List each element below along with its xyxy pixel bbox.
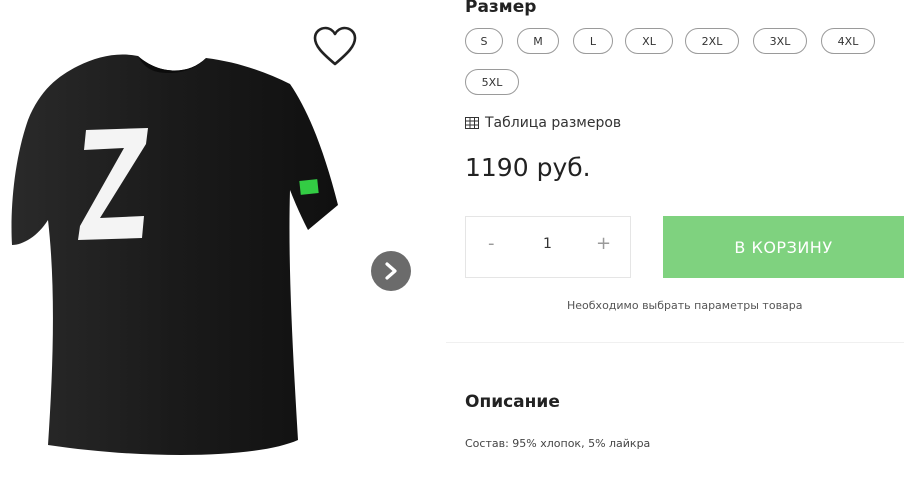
quantity-stepper: - 1 + [465,216,631,278]
size-option-4xl[interactable]: 4XL [821,28,875,54]
table-icon [465,117,479,129]
size-option-m[interactable]: M [517,28,559,54]
quantity-decrease-button[interactable]: - [488,233,495,254]
quantity-value[interactable]: 1 [543,236,552,252]
product-price: 1190 руб. [465,153,591,182]
size-option-3xl[interactable]: 3XL [753,28,807,54]
add-to-cart-button[interactable]: В КОРЗИНУ [663,216,904,278]
product-image [11,54,339,456]
size-table-link[interactable]: Таблица размеров [465,115,621,131]
selection-hint: Необходимо выбрать параметры товара [567,299,803,312]
size-option-l[interactable]: L [573,28,613,54]
chevron-right-icon [385,262,397,280]
divider [446,342,904,343]
heart-icon [313,26,357,66]
next-image-button[interactable] [371,251,411,291]
size-option-2xl[interactable]: 2XL [685,28,739,54]
size-table-label: Таблица размеров [485,115,622,131]
size-label: Размер [465,0,537,17]
description-title: Описание [465,392,560,412]
description-text: Состав: 95% хлопок, 5% лайкра [465,437,651,450]
quantity-increase-button[interactable]: + [596,233,611,254]
size-option-5xl[interactable]: 5XL [465,69,519,95]
size-option-s[interactable]: S [465,28,503,54]
favorite-button[interactable] [312,26,358,68]
size-option-xl[interactable]: XL [625,28,673,54]
